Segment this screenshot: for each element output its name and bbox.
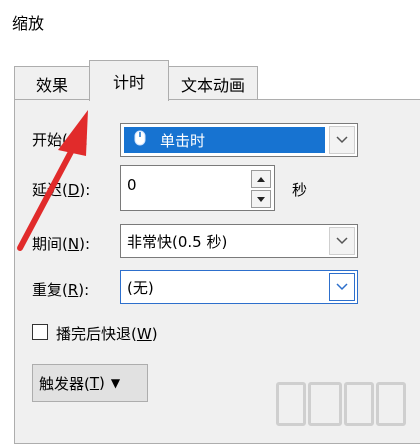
tab-bar: 效果 计时 文本动画 — [0, 60, 420, 101]
repeat-label: 重复(R): — [32, 281, 90, 299]
tab-timing-label: 计时 — [112, 73, 145, 92]
trigger-button[interactable]: 触发器(T) ▼ — [32, 364, 148, 402]
rewind-checkbox[interactable] — [32, 324, 48, 340]
delay-input[interactable]: 0 — [120, 165, 275, 211]
tab-text-animation-label: 文本动画 — [180, 75, 245, 95]
start-select[interactable]: 单击时 — [120, 123, 358, 157]
mouse-icon — [134, 130, 146, 150]
spin-down-icon[interactable] — [251, 190, 271, 208]
delay-unit: 秒 — [292, 181, 308, 199]
watermark-logo-icon — [376, 382, 406, 426]
watermark-logo-icon — [344, 382, 374, 426]
repeat-select[interactable]: (无) — [120, 270, 358, 304]
chevron-down-icon[interactable] — [329, 126, 355, 154]
delay-label: 延迟(D): — [32, 181, 91, 199]
start-select-value: 单击时 — [160, 131, 206, 150]
rewind-label[interactable]: 播完后快退(W) — [56, 323, 158, 344]
start-select-highlight: 单击时 — [124, 127, 325, 153]
start-label: 开始(S): — [32, 131, 89, 149]
tab-effects-label: 效果 — [35, 75, 68, 95]
delay-value: 0 — [127, 176, 137, 194]
window-title: 缩放 — [12, 14, 45, 33]
tab-text-animation[interactable]: 文本动画 — [168, 66, 258, 100]
duration-select[interactable]: 非常快(0.5 秒) — [120, 224, 358, 258]
duration-label: 期间(N): — [32, 235, 90, 253]
watermark-logo — [276, 376, 416, 426]
duration-value: 非常快(0.5 秒) — [127, 233, 228, 251]
tab-effects[interactable]: 效果 — [14, 66, 90, 100]
tab-timing[interactable]: 计时 — [89, 60, 169, 101]
watermark-logo-icon — [308, 382, 342, 426]
repeat-value: (无) — [127, 279, 154, 297]
start-label-hidden-key: S — [67, 131, 78, 149]
chevron-down-icon[interactable] — [329, 273, 355, 301]
watermark-logo-icon — [276, 382, 306, 426]
spin-up-icon[interactable] — [251, 170, 271, 188]
dropdown-arrow-icon: ▼ — [110, 376, 121, 390]
chevron-down-icon[interactable] — [329, 227, 355, 255]
